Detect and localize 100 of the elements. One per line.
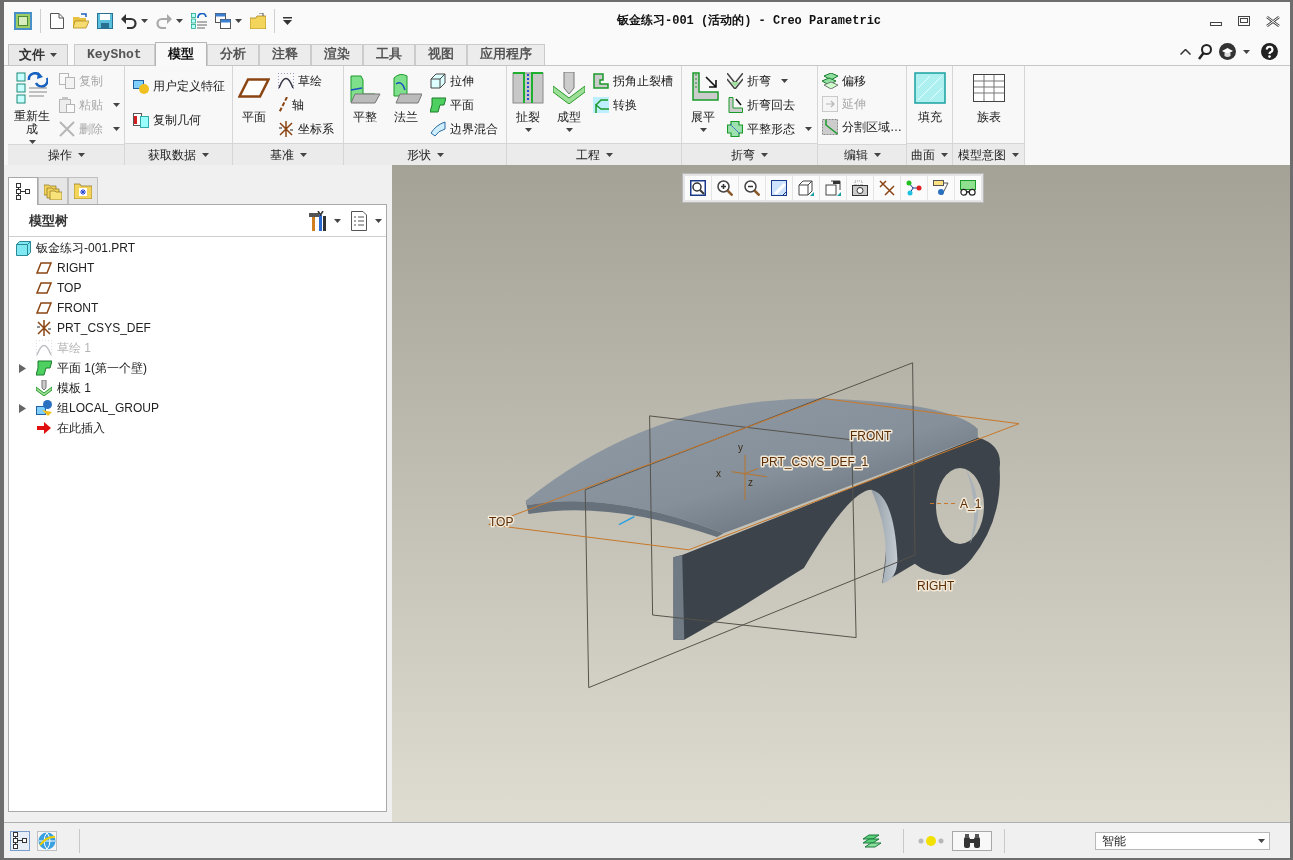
undo-icon[interactable] [121,13,137,29]
datum-plane-icon [238,78,270,98]
punch-die-icon [36,380,52,396]
minimize-icon[interactable] [1210,22,1222,26]
ribbon-button[interactable]: 转换 [593,93,673,117]
ribbon-button[interactable]: 重新生成 [12,66,52,144]
extrude-icon [430,73,446,89]
ribbon-button[interactable]: 平面 [237,66,271,144]
find-button[interactable] [952,830,992,851]
ribbon-button[interactable]: 拉伸 [430,69,498,93]
ribbon-button[interactable]: 平面 [430,93,498,117]
view-toolbar-button[interactable] [928,176,954,200]
save-icon[interactable] [97,13,113,29]
ribbon-tab[interactable]: 工具 [362,44,415,65]
ribbon-button[interactable]: 草绘 [278,69,334,93]
graduation-cap-icon[interactable] [1219,43,1236,60]
split-region-icon [822,118,838,135]
ribbon-button[interactable]: 扯裂 [511,66,545,144]
collapse-icon[interactable] [1180,48,1191,55]
ribbon-tab[interactable]: 渲染 [310,44,363,65]
axis-line [618,515,636,526]
group-label-button[interactable]: 编辑 [818,144,906,165]
ribbon-button[interactable]: 折弯回去 [727,93,812,117]
tree-item[interactable]: 组LOCAL_GROUP [19,398,160,418]
group-label-button[interactable]: 模型意图 [953,143,1024,165]
group-label-button[interactable]: 操作 [8,144,124,165]
toggle-button[interactable] [10,830,30,851]
expand-arrow-icon[interactable] [19,363,26,373]
shapes-icon [132,78,149,95]
tree-item[interactable]: 钣金练习-001.PRT [15,238,136,258]
ribbon-tab[interactable]: 应用程序 [466,44,545,65]
search-icon[interactable] [1198,43,1212,60]
group-label-button[interactable]: 折弯 [682,143,817,165]
ribbon-button[interactable]: 复制几何 [132,108,225,133]
caret-icon [202,152,209,157]
ribbon-button[interactable]: 展平 [686,66,720,144]
ribbon-tab[interactable]: 分析 [206,44,259,65]
tree-item[interactable]: 平面 1(第一个壁) [19,358,147,378]
ribbon-button[interactable]: 轴 [278,93,334,117]
open-folder-icon[interactable] [73,13,89,29]
datum-label: PRT_CSYS_DEF_1 [761,455,869,469]
tree-item[interactable]: TOP [19,278,82,298]
ribbon-button[interactable]: 坐标系 [278,117,334,141]
caret-icon[interactable] [235,19,242,23]
zoom-fit-icon [690,180,706,196]
sketch-icon [36,340,52,356]
tree-item[interactable]: 模板 1 [19,378,91,398]
view-toolbar-button[interactable] [712,176,738,200]
view-toolbar-button[interactable] [766,176,792,200]
group-label-button[interactable]: 工程 [507,143,681,165]
view-toolbar-button[interactable] [685,176,711,200]
ribbon-button[interactable]: 分割区域… [822,115,902,138]
group-label-button[interactable]: 形状 [344,143,506,165]
customize-icon[interactable] [283,17,292,25]
help-icon[interactable] [1261,43,1278,60]
group-label-button[interactable]: 基准 [233,143,343,165]
list-settings-icon[interactable] [351,210,367,231]
tree-item[interactable]: FRONT [19,298,99,318]
ribbon-tab[interactable]: 视图 [414,44,467,65]
ribbon-tab[interactable]: 模型 [154,42,207,66]
group-label-button[interactable]: 曲面 [907,143,952,165]
tree-item[interactable]: 在此插入 [19,418,105,438]
windows-icon[interactable] [215,13,231,29]
ribbon-button[interactable]: 偏移 [822,69,902,92]
caret-icon[interactable] [1243,49,1250,54]
ribbon-button[interactable]: 成型 [552,66,586,144]
new-file-icon[interactable] [49,13,65,29]
ribbon-button[interactable]: 平整 [348,66,382,144]
maximize-icon[interactable] [1238,16,1250,26]
flat-wall-icon [430,97,446,113]
regenerate-list-icon[interactable] [191,13,207,29]
ribbon-button[interactable]: 法兰 [389,66,423,144]
caret-icon[interactable] [334,218,341,223]
ribbon-tab[interactable]: 注释 [258,44,311,65]
tree-item[interactable]: PRT_CSYS_DEF [19,318,151,338]
ribbon-button[interactable]: 平整形态 [727,117,812,141]
view-toolbar-button[interactable] [955,176,981,200]
ribbon-button[interactable]: 族表 [971,66,1006,144]
tree-item[interactable]: RIGHT [19,258,95,278]
toggle-button[interactable] [37,830,57,851]
view-toolbar-button[interactable] [739,176,765,200]
ribbon-tab[interactable]: KeyShot [74,44,155,65]
selection-filter-dropdown[interactable]: 智能 [1095,831,1270,850]
caret-icon[interactable] [375,218,382,223]
view-toolbar-button[interactable] [820,176,846,200]
view-toolbar-button[interactable] [847,176,873,200]
expand-arrow-icon[interactable] [19,403,26,413]
ribbon-button[interactable]: 边界混合 [430,117,498,141]
ribbon-button[interactable]: 填充 [912,66,947,144]
ribbon-button[interactable]: 拐角止裂槽 [593,69,673,93]
group-label-button[interactable]: 获取数据 [125,143,232,165]
file-menu-button[interactable]: 文件 [8,44,68,65]
ribbon-button[interactable]: 用户定义特征 [132,74,225,99]
layers-icon[interactable] [863,833,881,848]
caret-icon[interactable] [141,19,148,23]
view-toolbar-button[interactable] [874,176,900,200]
close-icon[interactable] [1266,15,1280,27]
panel-tab[interactable] [8,177,38,205]
ribbon-button[interactable]: 折弯 [727,69,812,93]
tools-icon[interactable] [308,210,326,231]
